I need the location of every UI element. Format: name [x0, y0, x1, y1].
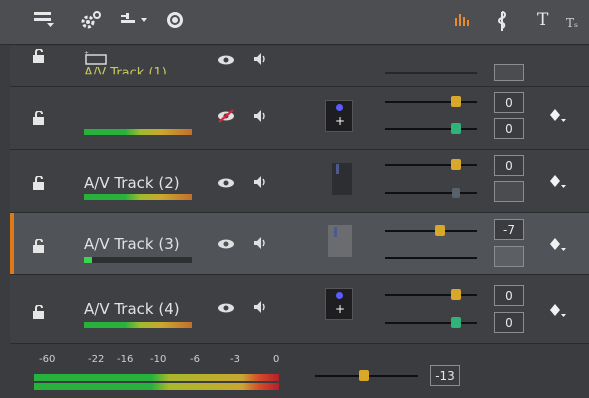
volume-value-box[interactable]: 0: [494, 155, 524, 176]
balance-slider[interactable]: [385, 192, 477, 194]
lock-icon[interactable]: [32, 110, 46, 129]
balance-slider[interactable]: [385, 322, 477, 324]
speaker-icon[interactable]: [253, 236, 269, 250]
track-view-icon[interactable]: [33, 10, 55, 33]
meter-tick-label: -10: [150, 354, 167, 365]
balance-value-box[interactable]: [494, 181, 524, 202]
volume-knob[interactable]: [451, 159, 461, 170]
track-level-meter: [84, 257, 192, 263]
selection-indicator: [10, 213, 14, 274]
speaker-icon[interactable]: [253, 109, 269, 123]
visibility-eye-icon[interactable]: [217, 177, 235, 193]
speaker-icon[interactable]: [253, 300, 269, 314]
balance-knob[interactable]: [452, 188, 460, 198]
lock-icon[interactable]: [32, 304, 46, 323]
panner-dot[interactable]: [336, 104, 343, 111]
panner-box[interactable]: [332, 163, 352, 195]
balance-value-box[interactable]: 0: [494, 118, 524, 139]
balance-knob[interactable]: [451, 317, 461, 328]
volume-slider[interactable]: [385, 101, 477, 103]
volume-knob[interactable]: [435, 225, 445, 236]
balance-slider[interactable]: [385, 257, 477, 259]
speaker-icon[interactable]: [253, 52, 269, 66]
visibility-eye-icon[interactable]: [217, 238, 235, 254]
keyframe-diamond-icon[interactable]: [549, 107, 567, 129]
master-level-meter-right: [34, 383, 279, 390]
track-level-meter: [84, 129, 192, 135]
keyframe-diamond-icon[interactable]: [549, 173, 567, 195]
volume-value-box[interactable]: -7: [494, 219, 524, 240]
visibility-eye-icon[interactable]: [217, 302, 235, 318]
panner-marker: [334, 227, 337, 237]
panner-crosshair-icon: +: [335, 114, 346, 128]
target-icon[interactable]: [165, 10, 185, 35]
master-level-meter-left: [34, 374, 279, 381]
visibility-hidden-icon[interactable]: [217, 109, 235, 127]
title-overlay-icon[interactable]: Tₛ: [566, 13, 578, 33]
keyframe-diamond-icon[interactable]: [549, 236, 567, 258]
lock-icon[interactable]: [32, 48, 46, 67]
panner-box[interactable]: +: [325, 288, 353, 320]
panner-marker: [336, 164, 339, 174]
visibility-eye-icon[interactable]: [217, 54, 235, 70]
title-icon[interactable]: T: [537, 10, 548, 30]
volume-value-box[interactable]: 0: [494, 285, 524, 306]
track-name[interactable]: A/V Track (1): [84, 66, 167, 74]
meter-tick-label: -6: [190, 354, 200, 365]
volume-slider[interactable]: [385, 72, 477, 74]
track-row-1[interactable]: + A/V Track (1): [10, 46, 589, 87]
track-level-meter: [84, 322, 192, 328]
panner-box[interactable]: [328, 225, 352, 257]
music-icon[interactable]: [494, 10, 510, 37]
panner-dot[interactable]: [336, 292, 343, 299]
meter-fill: [84, 257, 92, 263]
svg-text:+: +: [84, 50, 89, 57]
master-volume-value-box[interactable]: -13: [430, 365, 460, 386]
track-row-3[interactable]: A/V Track (2) 0: [10, 150, 589, 213]
balance-knob[interactable]: [451, 123, 461, 134]
audio-mixer-icon[interactable]: [454, 10, 472, 33]
volume-slider[interactable]: [385, 230, 477, 232]
panner-box[interactable]: +: [325, 100, 353, 132]
volume-knob[interactable]: [451, 289, 461, 300]
volume-slider[interactable]: [385, 164, 477, 166]
track-name[interactable]: A/V Track (4): [84, 300, 180, 318]
balance-value-box[interactable]: 0: [494, 312, 524, 333]
volume-slider[interactable]: [385, 294, 477, 296]
volume-value-box[interactable]: 0: [494, 92, 524, 113]
lock-icon[interactable]: [32, 175, 46, 194]
timeline-toolbar: T Tₛ: [0, 0, 589, 45]
track-name[interactable]: A/V Track (3): [84, 235, 180, 253]
meter-tick-label: -22: [88, 354, 105, 365]
track-row-5[interactable]: A/V Track (4) + 0 0: [10, 275, 589, 344]
track-name[interactable]: A/V Track (2): [84, 174, 180, 192]
lock-icon[interactable]: [32, 238, 46, 257]
settings-icon[interactable]: [80, 10, 102, 35]
master-volume-knob[interactable]: [359, 370, 369, 381]
meter-tick-label: -60: [39, 354, 56, 365]
keyframe-diamond-icon[interactable]: [549, 302, 567, 324]
track-options-icon[interactable]: [120, 10, 150, 33]
balance-slider[interactable]: [385, 128, 477, 130]
volume-knob[interactable]: [451, 96, 461, 107]
track-row-2[interactable]: + 0 0: [10, 87, 589, 150]
meter-tick-label: 0: [273, 354, 280, 365]
volume-value-box[interactable]: [494, 64, 524, 81]
speaker-icon[interactable]: [253, 175, 269, 189]
balance-value-box[interactable]: [494, 246, 524, 267]
track-level-meter: [84, 194, 192, 200]
meter-tick-label: -3: [230, 354, 240, 365]
panner-crosshair-icon: +: [335, 302, 346, 316]
master-volume-panel: -60 -22 -16 -10 -6 -3 0 -13: [10, 344, 589, 398]
track-row-4-selected[interactable]: A/V Track (3) -7: [10, 213, 589, 275]
meter-tick-label: -16: [117, 354, 134, 365]
